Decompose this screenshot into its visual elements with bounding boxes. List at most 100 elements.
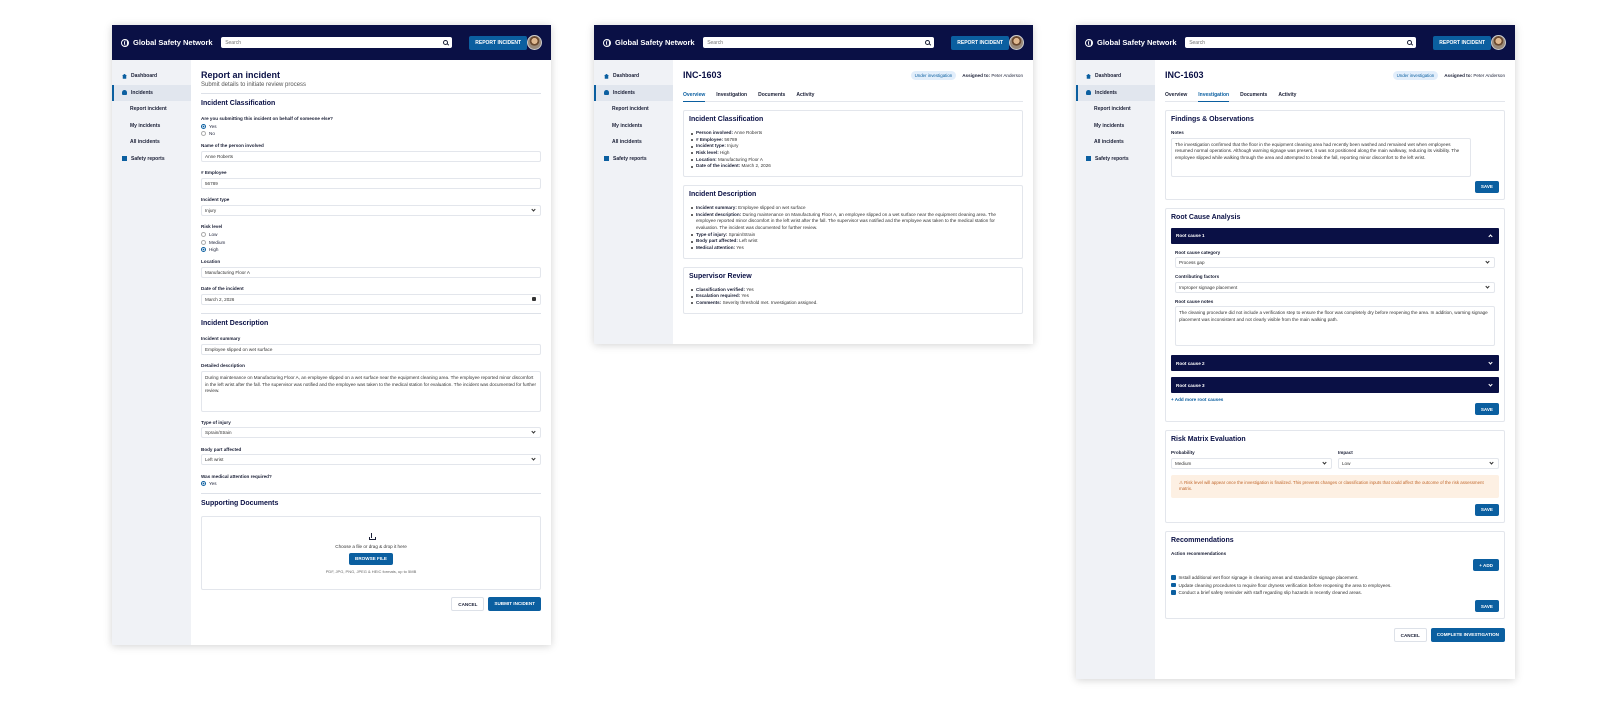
tab-investigation[interactable]: Investigation (1198, 92, 1230, 102)
app-logo[interactable]: Global Safety Network (603, 38, 696, 47)
radio-medical-yes[interactable]: Yes (201, 481, 541, 487)
save-button[interactable]: SAVE (1474, 180, 1499, 193)
injury-type-select[interactable]: Sprain/Strain (201, 427, 541, 439)
file-dropzone[interactable]: Choose a file or drag & drop it here BRO… (201, 516, 541, 591)
home-icon (604, 73, 609, 79)
sidebar-item-dashboard[interactable]: Dashboard (594, 68, 673, 85)
incident-type-select[interactable]: Injury (201, 204, 541, 216)
add-recommendation-button[interactable]: + ADD (1473, 559, 1499, 572)
report-incident-button[interactable]: REPORT INCIDENT (1433, 35, 1492, 50)
sidebar-item-dashboard[interactable]: Dashboard (112, 68, 191, 85)
radio-risk-medium[interactable]: Medium (201, 239, 541, 245)
search-icon[interactable] (1407, 40, 1413, 45)
search-input[interactable] (707, 39, 908, 46)
detailed-description-textarea[interactable]: During maintenance on Manufacturing Floo… (201, 370, 541, 412)
root-cause-3-header[interactable]: Root cause 3 (1171, 377, 1499, 393)
action-item[interactable]: Install additional wet floor signage in … (1171, 575, 1499, 580)
search-input[interactable] (1189, 39, 1390, 46)
add-root-cause-link[interactable]: + Add more root causes (1171, 397, 1499, 402)
search-icon[interactable] (443, 40, 449, 45)
action-item[interactable]: Conduct a brief safety reminder with sta… (1171, 590, 1499, 595)
sidebar-item-report-incident[interactable]: Report incident (1076, 101, 1155, 118)
search-bar[interactable] (1185, 37, 1417, 48)
radio-icon[interactable] (201, 247, 206, 253)
radio-icon[interactable] (201, 131, 206, 137)
action-item[interactable]: Update cleaning procedures to require fl… (1171, 583, 1499, 588)
sidebar-item-safety-reports[interactable]: Safety reports (112, 151, 191, 168)
sidebar-item-my-incidents[interactable]: My incidents (594, 118, 673, 135)
save-button[interactable]: SAVE (1474, 600, 1499, 613)
impact-select[interactable]: Low (1338, 457, 1499, 469)
report-incident-button[interactable]: REPORT INCIDENT (951, 35, 1010, 50)
notes-textarea[interactable]: The investigation confirmed that the flo… (1171, 137, 1471, 177)
radio-behalf-no[interactable]: No (201, 131, 541, 137)
browse-file-button[interactable]: BROWSE FILE (349, 552, 393, 565)
sidebar-item-safety-reports[interactable]: Safety reports (1076, 151, 1155, 168)
radio-icon[interactable] (201, 481, 206, 487)
avatar[interactable] (527, 35, 542, 50)
checkbox-icon[interactable] (1171, 575, 1176, 580)
search-bar[interactable] (221, 37, 453, 48)
complete-investigation-button[interactable]: COMPLETE INVESTIGATION (1430, 628, 1505, 643)
save-button[interactable]: SAVE (1474, 503, 1499, 516)
sidebar-item-all-incidents[interactable]: All incidents (1076, 134, 1155, 151)
person-field[interactable]: Anne Roberts (201, 150, 541, 162)
cancel-button[interactable]: CANCEL (1393, 628, 1427, 643)
field-label: Name of the person involved (201, 143, 264, 149)
search-bar[interactable] (703, 37, 935, 48)
tab-activity[interactable]: Activity (796, 92, 814, 98)
save-button[interactable]: SAVE (1474, 403, 1499, 415)
app-logo[interactable]: Global Safety Network (1085, 38, 1178, 47)
radio-icon[interactable] (201, 123, 206, 129)
detail-item: # Employee: 56789 (689, 137, 1017, 144)
root-cause-2-header[interactable]: Root cause 2 (1171, 355, 1499, 371)
radio-icon[interactable] (201, 239, 206, 245)
home-icon (122, 73, 127, 79)
location-field[interactable]: Manufacturing Floor A (201, 266, 541, 278)
root-cause-notes-textarea[interactable]: The cleaning procedure did not include a… (1175, 306, 1495, 346)
avatar[interactable] (1009, 35, 1024, 50)
divider (201, 493, 541, 495)
globe-icon (121, 38, 129, 47)
summary-field[interactable]: Employee slipped on wet surface (201, 343, 541, 355)
body-part-select[interactable]: Left wrist (201, 454, 541, 466)
tab-overview[interactable]: Overview (683, 92, 706, 102)
probability-select[interactable]: Medium (1171, 457, 1332, 469)
checkbox-icon[interactable] (1171, 582, 1176, 588)
search-icon[interactable] (925, 40, 931, 45)
date-field[interactable]: March 2, 2026 (201, 293, 541, 305)
section-title: Incident Classification (201, 100, 276, 107)
report-incident-button[interactable]: REPORT INCIDENT (469, 35, 528, 50)
root-cause-1-header[interactable]: Root cause 1 (1171, 227, 1499, 244)
sidebar-item-all-incidents[interactable]: All incidents (112, 134, 191, 151)
sidebar-item-incidents[interactable]: Incidents (1076, 84, 1155, 101)
radio-risk-high[interactable]: High (201, 247, 541, 253)
search-input[interactable] (225, 39, 426, 46)
sidebar-item-all-incidents[interactable]: All incidents (594, 134, 673, 151)
tab-documents[interactable]: Documents (1240, 92, 1267, 98)
sidebar-item-report-incident[interactable]: Report incident (594, 101, 673, 118)
cancel-button[interactable]: CANCEL (451, 597, 485, 612)
checkbox-icon[interactable] (1171, 590, 1176, 595)
sidebar-item-incidents[interactable]: Incidents (112, 84, 191, 101)
calendar-icon[interactable] (532, 297, 536, 302)
sidebar-item-incidents[interactable]: Incidents (594, 84, 673, 101)
radio-icon[interactable] (201, 231, 206, 237)
root-cause-category-select[interactable]: Process gap (1175, 257, 1495, 268)
radio-behalf-yes[interactable]: Yes (201, 123, 541, 129)
tab-documents[interactable]: Documents (758, 92, 785, 98)
tab-investigation[interactable]: Investigation (716, 92, 747, 98)
submit-incident-button[interactable]: SUBMIT INCIDENT (488, 597, 541, 612)
contributing-factors-select[interactable]: Improper signage placement (1175, 281, 1495, 293)
tab-activity[interactable]: Activity (1278, 92, 1296, 98)
app-logo[interactable]: Global Safety Network (121, 38, 214, 47)
sidebar-item-safety-reports[interactable]: Safety reports (594, 151, 673, 168)
employee-field[interactable]: 56789 (201, 177, 541, 189)
sidebar-item-my-incidents[interactable]: My incidents (112, 118, 191, 135)
tab-overview[interactable]: Overview (1165, 92, 1187, 98)
sidebar-item-my-incidents[interactable]: My incidents (1076, 118, 1155, 135)
avatar[interactable] (1491, 35, 1506, 50)
sidebar-item-dashboard[interactable]: Dashboard (1076, 68, 1155, 85)
radio-risk-low[interactable]: Low (201, 231, 541, 237)
sidebar-item-report-incident[interactable]: Report incident (112, 101, 191, 118)
